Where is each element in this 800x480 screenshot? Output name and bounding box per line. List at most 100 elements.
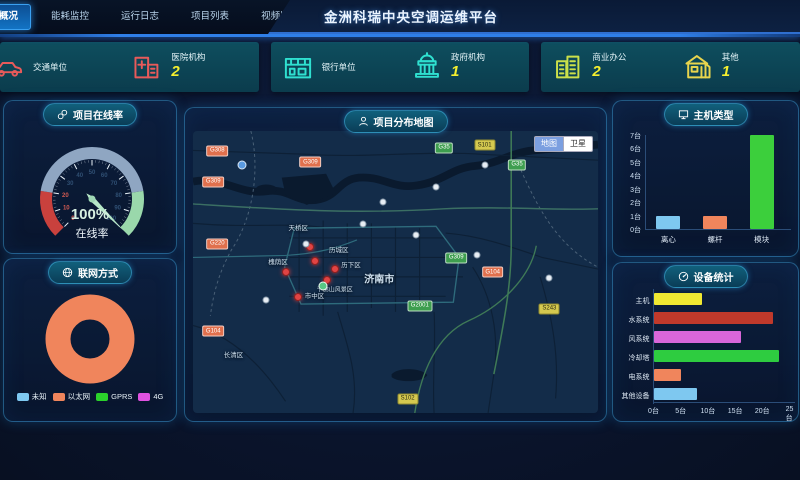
device-label: 主机 bbox=[617, 296, 650, 306]
map-mode-button[interactable]: 地图 bbox=[534, 136, 563, 152]
stat-value: 1 bbox=[451, 63, 485, 82]
panel-network-type: 联网方式 未知以太网GPRS4G bbox=[3, 258, 177, 422]
road-badge-G35: G35 bbox=[508, 159, 526, 170]
device-stats-chart: 主机水系统风系统冷却塔电系统其他设备0台5台10台15台20台25台 bbox=[613, 287, 798, 421]
panel-project-map: 项目分布地图 bbox=[184, 107, 607, 422]
map-canvas[interactable]: 济南市历城区历下区天桥区槐荫区市中区长清区千佛山风景区G308G309G309G… bbox=[193, 131, 598, 413]
stat-label: 银行单位 bbox=[322, 62, 356, 73]
panel-title: 联网方式 bbox=[78, 265, 118, 280]
red-marker[interactable] bbox=[331, 265, 339, 273]
road-badge-G309: G309 bbox=[300, 157, 322, 168]
y-axis-label: 0台 bbox=[619, 225, 641, 235]
device-label: 风系统 bbox=[617, 334, 650, 344]
white-marker bbox=[380, 198, 387, 205]
map-city-label-1: 历城区 bbox=[329, 244, 349, 254]
stat-label: 医院机构 bbox=[171, 52, 205, 63]
link-icon bbox=[57, 109, 68, 120]
white-marker bbox=[481, 161, 488, 168]
stat-unit-0-1: 医院机构2 bbox=[120, 42, 258, 92]
red-marker[interactable] bbox=[282, 268, 290, 276]
green-marker bbox=[318, 282, 327, 291]
legend-label: GPRS bbox=[111, 392, 132, 401]
map-city-label-2: 历下区 bbox=[341, 259, 361, 269]
white-marker bbox=[546, 274, 553, 281]
bar-模块 bbox=[750, 135, 774, 229]
stat-unit-1-1: 政府机构1 bbox=[400, 42, 529, 92]
panel-device-stats-header: 设备统计 bbox=[664, 265, 748, 288]
red-marker[interactable] bbox=[311, 257, 319, 265]
panel-device-stats: 设备统计 主机水系统风系统冷却塔电系统其他设备0台5台10台15台20台25台 bbox=[612, 262, 799, 422]
legend-swatch bbox=[96, 393, 108, 401]
svg-text:70: 70 bbox=[110, 181, 117, 187]
panel-project-map-header: 项目分布地图 bbox=[344, 110, 448, 133]
svg-text:60: 60 bbox=[101, 173, 108, 179]
stat-text: 交通单位 bbox=[33, 62, 67, 73]
blue-marker bbox=[237, 160, 246, 169]
satellite-mode-button[interactable]: 卫星 bbox=[563, 136, 593, 152]
stat-label: 商业办公 bbox=[592, 52, 626, 63]
y-axis-label: 7台 bbox=[619, 131, 641, 141]
online-rate-gauge: 0102030405060708090100100%在线率 bbox=[4, 125, 176, 253]
stat-text: 其他1 bbox=[722, 52, 739, 81]
stat-unit-2-0: 商业办公2 bbox=[541, 42, 670, 92]
bar-电系统 bbox=[654, 369, 681, 381]
legend-label: 以太网 bbox=[68, 391, 91, 402]
panel-title: 项目分布地图 bbox=[374, 114, 434, 129]
stat-text: 医院机构2 bbox=[171, 52, 205, 81]
house-icon bbox=[683, 52, 713, 82]
stat-text: 银行单位 bbox=[322, 62, 356, 73]
legend-swatch bbox=[138, 393, 150, 401]
x-axis-label: 20台 bbox=[755, 406, 770, 416]
white-marker bbox=[303, 240, 310, 247]
x-axis-label: 0台 bbox=[648, 406, 659, 416]
legend-swatch bbox=[17, 393, 29, 401]
stat-text: 商业办公2 bbox=[592, 52, 626, 81]
stat-unit-1-0: 银行单位 bbox=[271, 42, 400, 92]
white-marker bbox=[262, 297, 269, 304]
panel-network-type-header: 联网方式 bbox=[48, 261, 132, 284]
road-badge-G309: G309 bbox=[202, 176, 224, 187]
x-axis-label: 模块 bbox=[739, 234, 785, 245]
red-marker[interactable] bbox=[294, 293, 302, 301]
stat-unit-2-1: 其他1 bbox=[671, 42, 800, 92]
road-badge-G220: G220 bbox=[206, 238, 228, 249]
svg-text:80: 80 bbox=[115, 193, 122, 199]
stat-label: 其他 bbox=[722, 52, 739, 63]
white-marker bbox=[412, 232, 419, 239]
device-label: 冷却塔 bbox=[617, 353, 650, 363]
person-pin-icon bbox=[358, 116, 369, 127]
bar-螺杆 bbox=[703, 216, 727, 229]
y-axis-label: 2台 bbox=[619, 198, 641, 208]
car-icon bbox=[0, 52, 24, 82]
nav-tab-2[interactable]: 运行日志 bbox=[105, 0, 175, 34]
nav-tab-1[interactable]: 能耗监控 bbox=[35, 0, 105, 34]
map-city-label-3: 天桥区 bbox=[289, 222, 309, 232]
bar-水系统 bbox=[654, 312, 774, 324]
nav-tab-3[interactable]: 项目列表 bbox=[175, 0, 245, 34]
panel-online-rate: 项目在线率 0102030405060708090100100%在线率 bbox=[3, 100, 177, 254]
svg-text:40: 40 bbox=[76, 173, 83, 179]
panel-title: 设备统计 bbox=[694, 269, 734, 284]
network-legend: 未知以太网GPRS4G bbox=[4, 391, 176, 402]
map-mode-toggle: 地图 卫星 bbox=[534, 136, 593, 152]
map-city-label-6: 长清区 bbox=[224, 349, 244, 359]
road-badge-S101: S101 bbox=[474, 140, 495, 151]
y-axis-label: 3台 bbox=[619, 185, 641, 195]
legend-label: 未知 bbox=[32, 391, 47, 402]
bar-离心 bbox=[656, 216, 680, 229]
legend-item-1: 以太网 bbox=[53, 391, 91, 402]
svg-text:30: 30 bbox=[67, 181, 74, 187]
road-badge-G308: G308 bbox=[206, 145, 228, 156]
stat-card-0: 交通单位 医院机构2 bbox=[0, 42, 259, 92]
stat-value: 1 bbox=[722, 63, 739, 82]
nav-tab-0[interactable]: 概况 bbox=[0, 4, 31, 30]
y-axis-label: 5台 bbox=[619, 158, 641, 168]
gauge-clock-icon bbox=[678, 271, 689, 282]
white-marker bbox=[360, 221, 367, 228]
bank-icon bbox=[283, 52, 313, 82]
svg-text:50: 50 bbox=[89, 170, 96, 176]
y-axis bbox=[645, 135, 646, 229]
nav-tabs: 概况能耗监控运行日志项目列表视频监控 bbox=[0, 0, 315, 34]
panel-host-type: 主机类型 0台1台2台3台4台5台6台7台离心螺杆模块 bbox=[612, 100, 799, 257]
office-icon bbox=[553, 52, 583, 82]
